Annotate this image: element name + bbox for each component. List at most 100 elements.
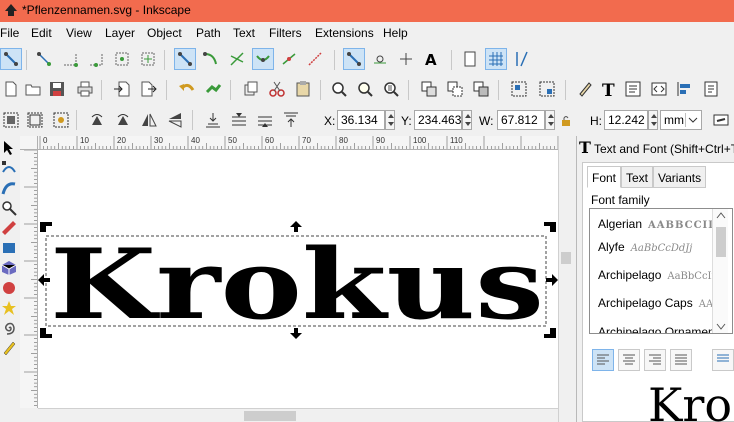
handle-middle-left[interactable] — [38, 274, 50, 286]
menu-view[interactable]: View — [66, 26, 92, 40]
scrollbar-thumb[interactable] — [716, 227, 726, 257]
undo-button[interactable] — [176, 78, 198, 100]
paste-button[interactable] — [292, 78, 314, 100]
open-button[interactable] — [22, 78, 44, 100]
measure-tool[interactable] — [0, 218, 18, 238]
rotate-ccw-button[interactable] — [86, 109, 108, 131]
snap-bbox-corner-button[interactable] — [85, 48, 107, 70]
list-item[interactable]: Archipelago Ornaments — [598, 325, 730, 333]
raise-top-button[interactable] — [280, 109, 302, 131]
deselect-button[interactable] — [50, 109, 72, 131]
unit-select[interactable]: mm — [660, 110, 702, 130]
list-item[interactable]: Archipelago AaBbCcIi — [598, 268, 715, 282]
tab-font[interactable]: Font — [587, 166, 622, 188]
snap-nodes-button[interactable] — [174, 48, 196, 70]
snap-smooth-nodes-button[interactable] — [252, 48, 274, 70]
select-all-button[interactable] — [0, 109, 22, 131]
scale-stroke-button[interactable] — [710, 109, 732, 131]
snap-guide-button[interactable] — [511, 48, 533, 70]
text-orientation-button[interactable] — [712, 349, 734, 371]
ungroup-button[interactable] — [536, 78, 558, 100]
selector-tool[interactable] — [0, 138, 18, 158]
layers-button[interactable] — [648, 78, 670, 100]
snap-bbox-center-button[interactable] — [137, 48, 159, 70]
star-tool[interactable] — [0, 298, 18, 318]
w-spinner[interactable] — [545, 110, 555, 130]
zoom-selection-button[interactable] — [328, 78, 350, 100]
preferences-button[interactable] — [700, 78, 722, 100]
font-list-scrollbar[interactable] — [712, 209, 728, 333]
handle-bottom-right[interactable] — [544, 328, 556, 338]
snap-bbox-button[interactable] — [33, 48, 55, 70]
zoom-page-button[interactable] — [380, 78, 402, 100]
flip-vertical-button[interactable] — [164, 109, 186, 131]
y-input[interactable]: 234.463 — [414, 110, 462, 130]
spiral-tool[interactable] — [0, 318, 18, 338]
new-document-button[interactable] — [0, 78, 22, 100]
tab-text[interactable]: Text — [621, 166, 654, 188]
select-all-layers-button[interactable] — [24, 109, 46, 131]
print-button[interactable] — [74, 78, 96, 100]
snap-others-button[interactable] — [343, 48, 365, 70]
clone-button[interactable] — [444, 78, 466, 100]
menu-text[interactable]: Text — [233, 26, 255, 40]
lock-icon[interactable] — [561, 115, 571, 127]
snap-grid-button[interactable] — [485, 48, 507, 70]
handle-top-right[interactable] — [544, 222, 556, 232]
lower-button[interactable] — [228, 109, 250, 131]
snap-page-border-button[interactable] — [459, 48, 481, 70]
w-input[interactable]: 67.812 — [497, 110, 545, 130]
duplicate-button[interactable] — [418, 78, 440, 100]
node-tool[interactable] — [0, 158, 18, 178]
h-spinner[interactable] — [648, 110, 658, 130]
tweak-tool[interactable] — [0, 178, 18, 198]
menu-layer[interactable]: Layer — [105, 26, 135, 40]
lower-bottom-button[interactable] — [202, 109, 224, 131]
menu-file[interactable]: File — [0, 26, 19, 40]
x-input[interactable]: 36.134 — [337, 110, 385, 130]
align-left-button[interactable] — [592, 349, 614, 371]
group-button[interactable] — [508, 78, 530, 100]
snap-paths-button[interactable] — [200, 48, 222, 70]
x-spinner[interactable] — [385, 110, 395, 130]
drawing-canvas[interactable]: Krokus — [38, 150, 558, 408]
rectangle-tool[interactable] — [0, 238, 18, 258]
snap-bbox-midpoint-button[interactable] — [111, 48, 133, 70]
redo-button[interactable] — [202, 78, 224, 100]
ellipse-tool[interactable] — [0, 278, 18, 298]
zoom-drawing-button[interactable] — [354, 78, 376, 100]
snap-toggle-button[interactable] — [0, 48, 22, 70]
raise-button[interactable] — [254, 109, 276, 131]
scrollbar-thumb[interactable] — [244, 411, 296, 421]
text-font-button[interactable]: T — [598, 78, 620, 100]
align-distribute-button[interactable] — [674, 78, 696, 100]
cut-button[interactable] — [266, 78, 288, 100]
menu-path[interactable]: Path — [196, 26, 221, 40]
snap-bbox-edge-button[interactable] — [59, 48, 81, 70]
pencil-tool[interactable] — [0, 338, 18, 358]
snap-text-anchor-button[interactable]: A — [421, 48, 443, 70]
h-input[interactable]: 12.242 — [604, 110, 648, 130]
rotate-cw-button[interactable] — [112, 109, 134, 131]
menu-object[interactable]: Object — [147, 26, 182, 40]
snap-object-midpoints-button[interactable] — [304, 48, 326, 70]
list-item[interactable]: Archipelago Caps AA — [598, 296, 713, 310]
menu-filters[interactable]: Filters — [269, 26, 302, 40]
scrollbar-thumb[interactable] — [561, 252, 571, 264]
handle-middle-right[interactable] — [546, 274, 558, 286]
list-item[interactable]: Algerian AABBCCIIP — [598, 217, 722, 231]
tab-variants[interactable]: Variants — [653, 166, 707, 188]
fill-stroke-button[interactable] — [574, 78, 596, 100]
flip-horizontal-button[interactable] — [138, 109, 160, 131]
vertical-scrollbar[interactable] — [558, 136, 572, 422]
snap-midpoints-button[interactable] — [278, 48, 300, 70]
snap-text-baseline-button[interactable] — [395, 48, 417, 70]
snap-intersection-button[interactable] — [226, 48, 248, 70]
unlink-clone-button[interactable] — [470, 78, 492, 100]
export-button[interactable] — [138, 78, 160, 100]
zoom-tool[interactable] — [0, 198, 18, 218]
menu-extensions[interactable]: Extensions — [315, 26, 374, 40]
align-justify-button[interactable] — [670, 349, 692, 371]
list-item[interactable]: Alyfe AaBbCcDdJj — [598, 240, 692, 254]
menu-edit[interactable]: Edit — [31, 26, 52, 40]
